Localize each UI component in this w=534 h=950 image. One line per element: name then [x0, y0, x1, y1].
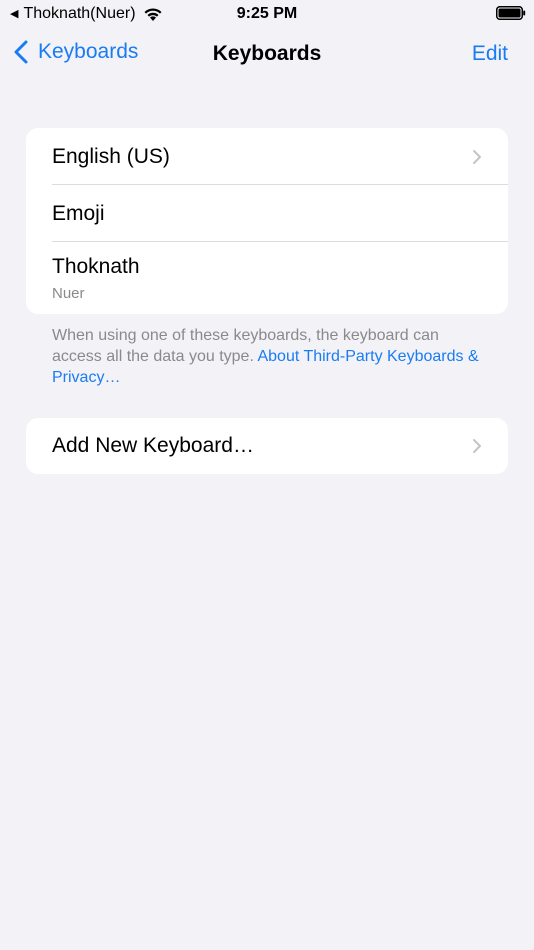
keyboard-row-english[interactable]: English (US): [26, 128, 508, 185]
add-keyboard-label: Add New Keyboard…: [52, 434, 254, 457]
keyboards-list: English (US) Emoji Thoknath Nuer: [26, 128, 508, 314]
keyboard-label: English (US): [52, 145, 170, 168]
privacy-footer: When using one of these keyboards, the k…: [52, 325, 492, 388]
keyboard-label: Emoji: [52, 202, 105, 225]
add-keyboard-group: Add New Keyboard…: [26, 418, 508, 474]
chevron-right-icon: [473, 439, 481, 453]
add-new-keyboard-button[interactable]: Add New Keyboard…: [26, 418, 508, 474]
navigation-bar: Keyboards Keyboards Edit: [0, 28, 534, 82]
edit-button[interactable]: Edit: [472, 42, 508, 66]
keyboard-sublabel: Nuer: [52, 285, 85, 302]
status-bar: ◀ Thoknath(Nuer) 9:25 PM: [0, 0, 534, 28]
chevron-right-icon: [473, 150, 481, 164]
keyboard-label: Thoknath: [52, 255, 140, 278]
status-time: 9:25 PM: [236, 5, 298, 22]
keyboard-row-emoji[interactable]: Emoji: [26, 185, 508, 242]
keyboard-row-thoknath[interactable]: Thoknath Nuer: [26, 242, 508, 314]
battery-icon: [496, 6, 526, 20]
page-title: Keyboards: [212, 42, 322, 65]
